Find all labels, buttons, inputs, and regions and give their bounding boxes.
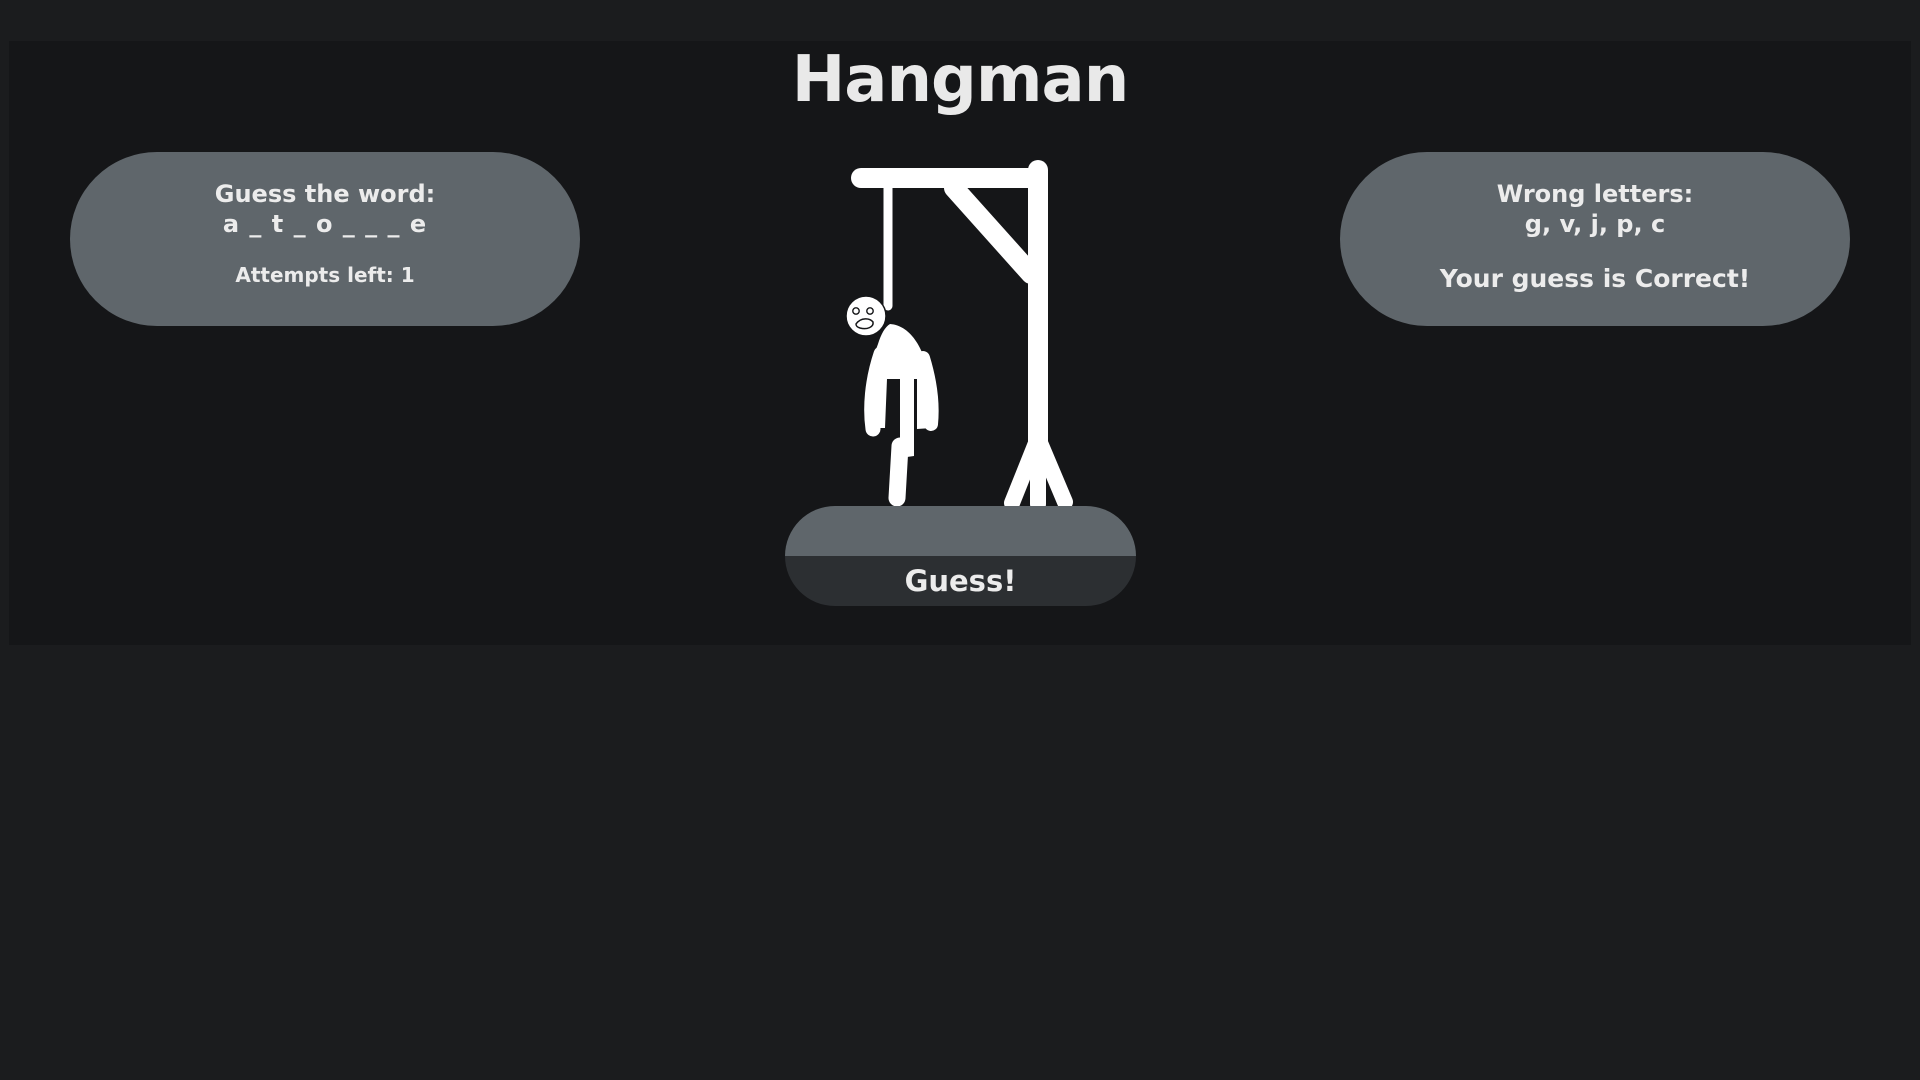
masked-word: a _ t _ o _ _ _ e <box>222 210 428 238</box>
game-container: Hangman Guess the word: a _ t _ o _ _ _ … <box>9 41 1911 645</box>
page-title: Hangman <box>791 43 1130 117</box>
wrong-letters-list: g, v, j, p, c <box>1524 210 1666 238</box>
attempts-left: Attempts left: 1 <box>235 263 415 287</box>
wrong-letters-label: Wrong letters: <box>1496 180 1694 208</box>
guess-button[interactable]: Guess! <box>785 556 1136 606</box>
hanged-man-left-leg <box>888 437 909 507</box>
wrong-letters-panel: Wrong letters: g, v, j, p, c Your guess … <box>1340 152 1850 326</box>
hanged-man-head <box>845 295 887 337</box>
guess-input[interactable] <box>785 506 1136 556</box>
hanged-man-icon <box>845 295 939 507</box>
word-panel: Guess the word: a _ t _ o _ _ _ e Attemp… <box>70 152 580 326</box>
result-message: Your guess is Correct! <box>1439 264 1751 293</box>
gallows-brace <box>944 178 1041 284</box>
hanged-man-mouth <box>855 318 874 330</box>
gallows-drawing <box>845 160 1073 512</box>
word-label: Guess the word: <box>214 180 436 208</box>
guess-form: Guess! <box>785 506 1136 606</box>
